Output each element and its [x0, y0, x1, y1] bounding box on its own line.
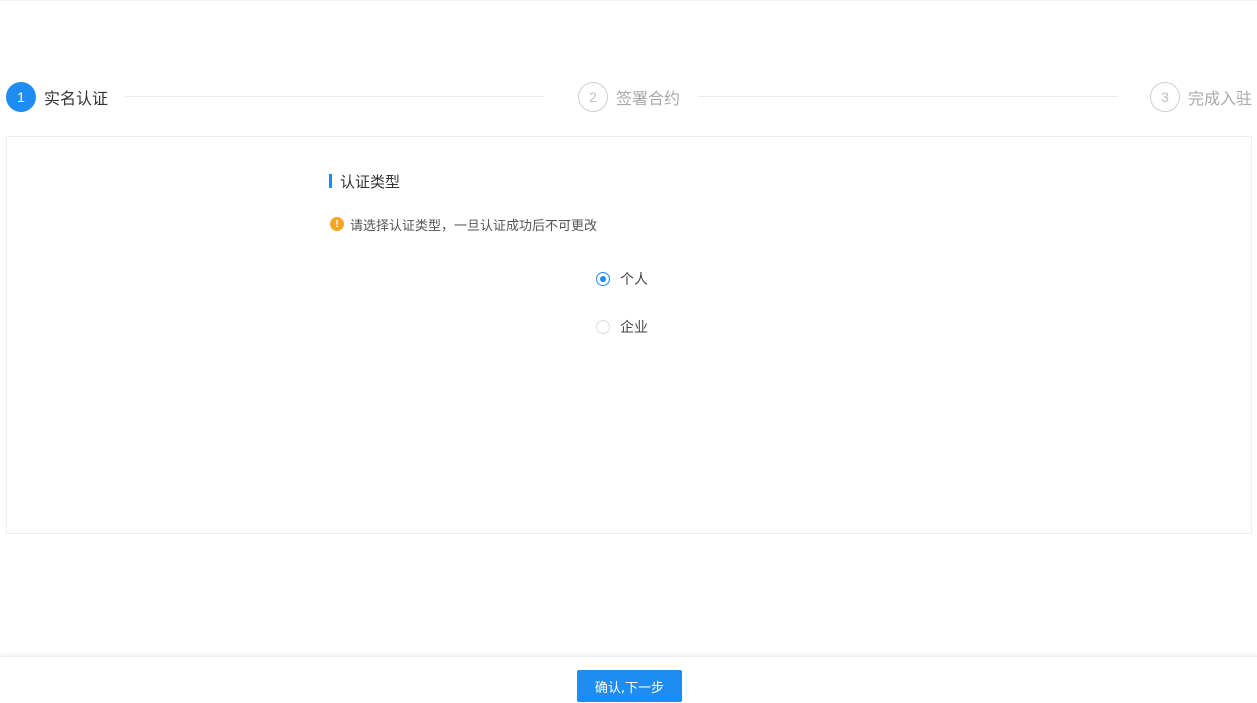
step-1-label: 实名认证 [44, 89, 109, 108]
step-3-label: 完成入驻 [1188, 89, 1253, 108]
warning-notice: ! 请选择认证类型，一旦认证成功后不可更改 [330, 215, 598, 234]
page: 1 实名认证 2 签署合约 3 完成入驻 认证类型 ! 请选择认证类型，一旦认证… [0, 0, 1257, 703]
section-accent-bar [329, 174, 332, 188]
exclamation-circle-icon: ! [330, 217, 344, 231]
radio-option-personal[interactable]: 个人 [596, 269, 648, 289]
step-2: 2 签署合约 [578, 80, 680, 114]
step-connector-2 [698, 96, 1118, 97]
radio-checked-dot [600, 276, 606, 282]
step-3: 3 完成入驻 [1150, 80, 1252, 114]
section-title: 认证类型 [340, 172, 401, 191]
step-2-label: 签署合约 [616, 89, 681, 108]
radio-label-enterprise[interactable]: 企业 [620, 317, 648, 337]
radio-button-enterprise[interactable] [596, 320, 610, 334]
step-1: 1 实名认证 [6, 80, 108, 114]
confirm-next-button[interactable]: 确认,下一步 [577, 670, 682, 702]
step-1-number: 1 [6, 82, 36, 112]
step-2-number: 2 [578, 82, 608, 112]
radio-option-enterprise[interactable]: 企业 [596, 317, 648, 337]
warning-text: 请选择认证类型，一旦认证成功后不可更改 [350, 218, 598, 234]
step-3-number: 3 [1150, 82, 1180, 112]
radio-label-personal[interactable]: 个人 [620, 269, 648, 289]
section-header: 认证类型 [329, 171, 400, 191]
step-progress: 1 实名认证 2 签署合约 3 完成入驻 [0, 0, 1257, 130]
radio-button-personal[interactable] [596, 272, 610, 286]
step-connector-1 [125, 96, 543, 97]
